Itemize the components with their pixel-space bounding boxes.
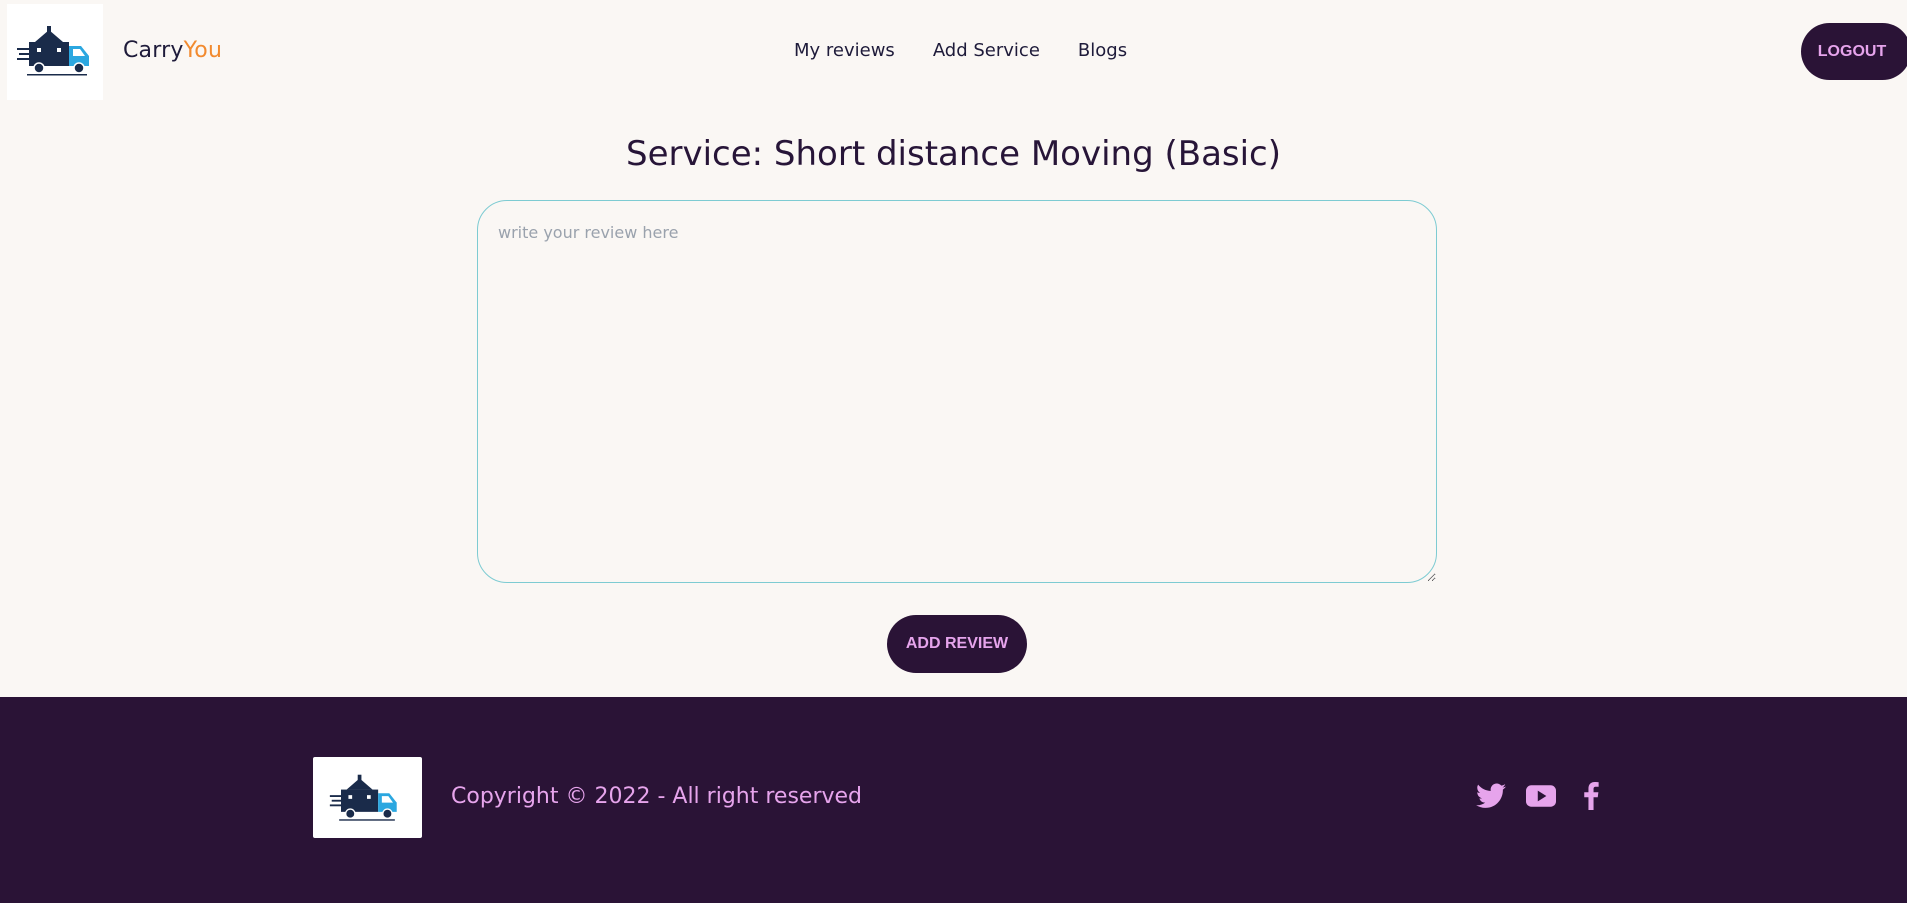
page: CarryYou My reviews Add Service Blogs LO… — [0, 0, 1907, 903]
logout-button[interactable]: LOGOUT — [1801, 23, 1907, 80]
logo[interactable] — [7, 4, 103, 100]
footer: Copyright © 2022 - All right reserved — [0, 697, 1907, 903]
brand-accent: You — [183, 38, 223, 63]
social-links — [1476, 781, 1606, 811]
twitter-icon[interactable] — [1476, 781, 1506, 811]
brand-primary: Carry — [123, 38, 184, 63]
main-nav: My reviews Add Service Blogs — [794, 40, 1127, 61]
review-section: Service: Short distance Moving (Basic) A… — [0, 104, 1907, 697]
review-textarea[interactable] — [477, 200, 1437, 583]
brand-name[interactable]: CarryYou — [123, 38, 222, 63]
truck-logo-icon — [329, 774, 397, 821]
page-title: Service: Short distance Moving (Basic) — [625, 134, 1282, 174]
youtube-icon[interactable] — [1526, 781, 1556, 811]
facebook-icon[interactable] — [1576, 781, 1606, 811]
header: CarryYou My reviews Add Service Blogs LO… — [0, 0, 1907, 104]
copyright-text: Copyright © 2022 - All right reserved — [451, 784, 863, 809]
truck-logo-icon — [17, 26, 89, 76]
nav-blogs[interactable]: Blogs — [1078, 40, 1127, 61]
add-review-button[interactable]: ADD REVIEW — [887, 615, 1027, 673]
nav-add-service[interactable]: Add Service — [933, 40, 1040, 61]
nav-my-reviews[interactable]: My reviews — [794, 40, 895, 61]
footer-logo[interactable] — [313, 757, 422, 838]
